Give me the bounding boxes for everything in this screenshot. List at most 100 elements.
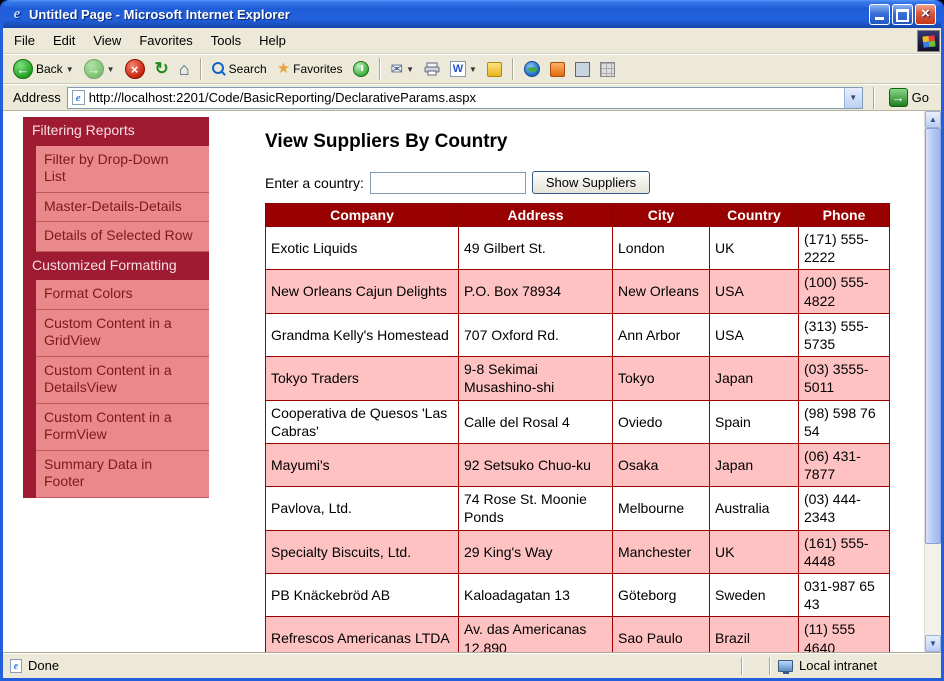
table-cell: 031-987 65 43	[799, 574, 890, 617]
title-bar: e Untitled Page - Microsoft Internet Exp…	[3, 0, 941, 28]
sidebar-item[interactable]: Summary Data in Footer	[36, 451, 209, 498]
table-cell: USA	[710, 313, 799, 356]
table-cell: Sweden	[710, 574, 799, 617]
menu-file[interactable]: File	[5, 28, 44, 53]
go-button[interactable]: → Go	[885, 88, 937, 107]
table-row: Cooperativa de Quesos 'Las Cabras'Calle …	[266, 400, 890, 443]
msn-button[interactable]	[520, 59, 544, 79]
address-bar: Address e http://localhost:2201/Code/Bas…	[3, 84, 941, 111]
column-header: Phone	[799, 204, 890, 227]
sidebar-item[interactable]: Format Colors	[36, 280, 209, 310]
favorites-label: Favorites	[293, 62, 342, 76]
address-input[interactable]: e http://localhost:2201/Code/BasicReport…	[67, 87, 863, 109]
favorites-button[interactable]: ★ Favorites	[273, 59, 347, 79]
table-cell: Specialty Biscuits, Ltd.	[266, 530, 459, 573]
scroll-down-icon[interactable]: ▼	[925, 635, 941, 652]
menu-view[interactable]: View	[84, 28, 130, 53]
sidebar-item[interactable]: Master-Details-Details	[36, 193, 209, 223]
table-cell: 707 Oxford Rd.	[459, 313, 613, 356]
scroll-up-icon[interactable]: ▲	[925, 111, 941, 128]
grid-icon	[600, 62, 615, 77]
back-icon: ←	[13, 59, 33, 79]
back-label: Back	[36, 62, 63, 76]
table-cell: Exotic Liquids	[266, 227, 459, 270]
back-button[interactable]: ← Back ▼	[9, 57, 78, 81]
messenger-button[interactable]	[483, 60, 506, 79]
table-cell: New Orleans	[613, 270, 710, 313]
browser-window: e Untitled Page - Microsoft Internet Exp…	[0, 0, 944, 681]
research-icon	[575, 62, 590, 77]
scrollbar-thumb[interactable]	[925, 128, 941, 544]
forward-icon: →	[84, 59, 104, 79]
sidebar-item[interactable]: Custom Content in a FormView	[36, 404, 209, 451]
refresh-button[interactable]: ↻	[151, 58, 173, 80]
research-button[interactable]	[571, 60, 594, 79]
table-cell: UK	[710, 227, 799, 270]
status-segment	[743, 653, 769, 678]
edit-button[interactable]: W ▼	[446, 59, 481, 79]
maximize-button[interactable]	[892, 4, 913, 25]
status-bar: e Done Local intranet	[3, 652, 941, 678]
scrollbar-track[interactable]	[925, 128, 941, 635]
table-cell: Ann Arbor	[613, 313, 710, 356]
table-cell: PB Knäckebröd AB	[266, 574, 459, 617]
menu-help[interactable]: Help	[250, 28, 295, 53]
stop-button[interactable]: ×	[121, 57, 149, 81]
grid-button[interactable]	[596, 60, 619, 79]
local-intranet-icon	[778, 660, 793, 672]
mail-button[interactable]: ✉ ▼	[387, 58, 419, 80]
main-content: View Suppliers By Country Enter a countr…	[209, 111, 924, 652]
table-cell: (03) 444-2343	[799, 487, 890, 530]
stop-icon: ×	[125, 59, 145, 79]
highlighter-button[interactable]	[546, 60, 569, 79]
table-cell: (06) 431-7877	[799, 443, 890, 486]
home-button[interactable]: ⌂	[175, 58, 194, 80]
table-row: Specialty Biscuits, Ltd.29 King's WayMan…	[266, 530, 890, 573]
back-dropdown-icon: ▼	[66, 65, 74, 74]
table-cell: (03) 3555-5011	[799, 357, 890, 400]
page-title: View Suppliers By Country	[265, 131, 924, 153]
sidebar-nav: Filtering ReportsFilter by Drop-Down Lis…	[23, 117, 209, 498]
menu-edit[interactable]: Edit	[44, 28, 84, 53]
table-cell: Japan	[710, 443, 799, 486]
country-input[interactable]	[370, 172, 526, 194]
table-cell: Manchester	[613, 530, 710, 573]
forward-button[interactable]: → ▼	[80, 57, 119, 81]
toolbar-separator	[512, 58, 514, 80]
table-cell: Spain	[710, 400, 799, 443]
menu-tools[interactable]: Tools	[202, 28, 250, 53]
menu-favorites[interactable]: Favorites	[130, 28, 201, 53]
security-zone-text: Local intranet	[799, 658, 877, 673]
vertical-scrollbar[interactable]: ▲ ▼	[924, 111, 941, 652]
table-cell: UK	[710, 530, 799, 573]
table-cell: Calle del Rosal 4	[459, 400, 613, 443]
table-row: Refrescos Americanas LTDAAv. das America…	[266, 617, 890, 652]
table-cell: Melbourne	[613, 487, 710, 530]
search-button[interactable]: Search	[208, 60, 271, 78]
column-header: Company	[266, 204, 459, 227]
sidebar-item[interactable]: Details of Selected Row	[36, 222, 209, 252]
globe-icon	[524, 61, 540, 77]
print-icon	[424, 62, 440, 76]
table-cell: (98) 598 76 54	[799, 400, 890, 443]
go-arrow-icon: →	[889, 88, 908, 107]
show-suppliers-button[interactable]: Show Suppliers	[532, 171, 650, 194]
table-cell: (100) 555-4822	[799, 270, 890, 313]
print-button[interactable]	[420, 60, 444, 78]
page-icon: e	[72, 90, 85, 105]
toolbar-separator	[379, 58, 381, 80]
sidebar-section-header[interactable]: Filtering Reports	[23, 117, 209, 146]
history-button[interactable]	[349, 59, 373, 79]
close-button[interactable]: ×	[915, 4, 936, 25]
table-cell: Brazil	[710, 617, 799, 652]
table-cell: Pavlova, Ltd.	[266, 487, 459, 530]
mail-icon: ✉	[391, 60, 404, 78]
table-cell: (11) 555 4640	[799, 617, 890, 652]
sidebar-item[interactable]: Custom Content in a GridView	[36, 310, 209, 357]
address-dropdown-icon[interactable]: ▼	[844, 88, 862, 108]
menu-bar: File Edit View Favorites Tools Help	[3, 28, 941, 54]
sidebar-item[interactable]: Filter by Drop-Down List	[36, 146, 209, 193]
sidebar-item[interactable]: Custom Content in a DetailsView	[36, 357, 209, 404]
minimize-button[interactable]	[869, 4, 890, 25]
sidebar-section-header[interactable]: Customized Formatting	[23, 252, 209, 281]
